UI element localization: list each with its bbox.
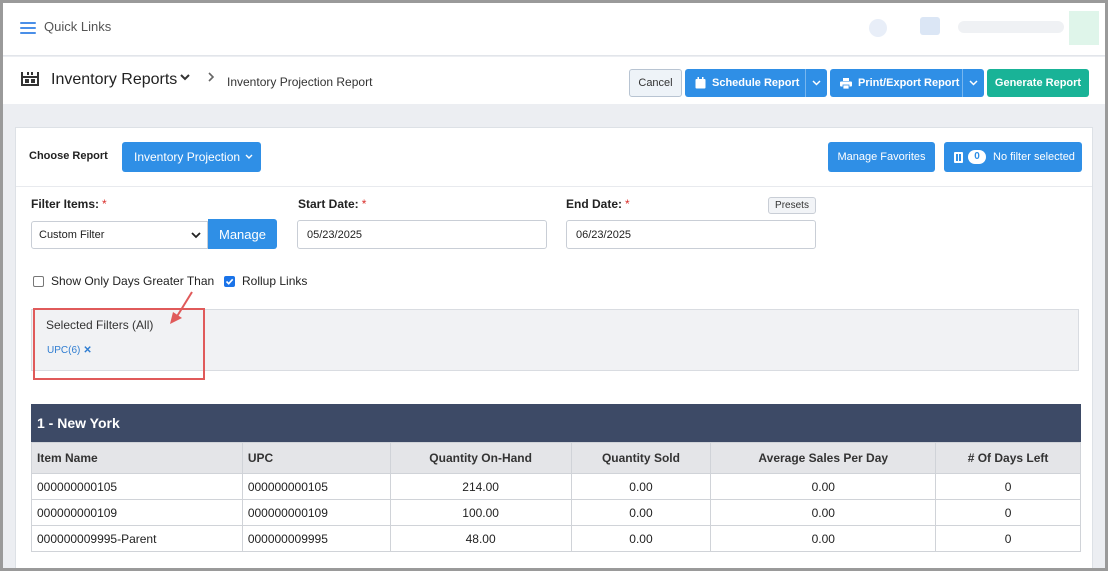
breadcrumb-current: Inventory Projection Report <box>227 75 373 89</box>
print-export-button[interactable]: Print/Export Report <box>830 69 984 97</box>
filter-items-select[interactable]: Custom Filter <box>31 221 208 249</box>
end-date-text: End Date: <box>566 197 623 211</box>
data-table: Item Name UPC Quantity On-Hand Quantity … <box>31 442 1081 552</box>
top-bar: Quick Links <box>3 3 1105 56</box>
cell-qty-sold: 0.00 <box>570 499 712 526</box>
report-table: 1 - New York Item Name UPC Quantity On-H… <box>31 404 1081 552</box>
col-quantity-sold[interactable]: Quantity Sold <box>570 442 712 474</box>
check-icon <box>225 278 234 285</box>
chevron-down-icon[interactable] <box>179 71 191 86</box>
chat-icon[interactable] <box>920 17 940 35</box>
print-export-label: Print/Export Report <box>858 77 960 89</box>
chevron-right-icon <box>206 70 216 88</box>
cell-upc: 000000009995 <box>241 525 391 552</box>
quick-links-link[interactable]: Quick Links <box>44 19 111 34</box>
cell-qty-on-hand: 100.00 <box>389 499 572 526</box>
cell-avg-sales: 0.00 <box>710 499 937 526</box>
choose-report-label: Choose Report <box>29 150 108 162</box>
start-date-text: Start Date: <box>298 197 359 211</box>
cell-qty-on-hand: 48.00 <box>389 525 572 552</box>
presets-button[interactable]: Presets <box>768 197 816 214</box>
cell-upc: 000000000109 <box>241 499 391 526</box>
generate-report-button[interactable]: Generate Report <box>987 69 1089 97</box>
rollup-links-checkbox[interactable] <box>224 276 235 287</box>
filter-icon <box>954 151 963 163</box>
table-row: 000000000109 000000000109 100.00 0.00 0.… <box>31 499 1081 526</box>
cell-item-name: 000000000109 <box>31 499 243 526</box>
notification-icon[interactable] <box>869 19 887 37</box>
cell-qty-sold: 0.00 <box>570 473 712 500</box>
required-mark: * <box>361 197 367 211</box>
menu-icon[interactable] <box>20 22 36 34</box>
show-only-days-checkbox[interactable] <box>33 276 44 287</box>
manage-button[interactable]: Manage <box>208 219 277 249</box>
report-type-label: Inventory Projection <box>134 150 241 164</box>
warehouse-icon <box>21 72 39 86</box>
cell-days-left: 0 <box>935 525 1081 552</box>
schedule-dropdown-toggle[interactable] <box>805 69 827 97</box>
cancel-button[interactable]: Cancel <box>629 69 682 97</box>
table-row: 000000009995-Parent 000000009995 48.00 0… <box>31 525 1081 552</box>
required-mark: * <box>102 197 107 211</box>
print-dropdown-toggle[interactable] <box>962 69 984 97</box>
start-date-input[interactable]: 05/23/2025 <box>297 220 547 249</box>
no-filter-label: No filter selected <box>993 151 1075 163</box>
end-date-input[interactable]: 06/23/2025 <box>566 220 816 249</box>
report-type-dropdown[interactable]: Inventory Projection <box>122 142 261 172</box>
cell-item-name: 000000000105 <box>31 473 243 500</box>
page-header: Inventory Reports Inventory Projection R… <box>3 57 1105 104</box>
cell-qty-sold: 0.00 <box>570 525 712 552</box>
group-header: 1 - New York <box>31 404 1081 442</box>
end-date-label: End Date: * <box>566 197 630 211</box>
report-card: Choose Report Inventory Projection Manag… <box>15 127 1093 568</box>
cell-upc: 000000000105 <box>241 473 391 500</box>
col-upc[interactable]: UPC <box>241 442 391 474</box>
filter-select-value: Custom Filter <box>39 229 105 241</box>
calendar-icon <box>695 77 706 89</box>
start-date-label: Start Date: * <box>298 197 366 211</box>
cell-qty-on-hand: 214.00 <box>389 473 572 500</box>
col-quantity-on-hand[interactable]: Quantity On-Hand <box>389 442 572 474</box>
cell-days-left: 0 <box>935 473 1081 500</box>
avatar[interactable] <box>1069 11 1099 45</box>
user-name[interactable] <box>958 21 1064 33</box>
filter-items-label: Filter Items: * <box>31 197 107 211</box>
cell-item-name: 000000009995-Parent <box>31 525 243 552</box>
show-only-days-label: Show Only Days Greater Than <box>51 274 215 288</box>
page-title[interactable]: Inventory Reports <box>51 71 177 89</box>
col-average-sales[interactable]: Average Sales Per Day <box>710 442 937 474</box>
chevron-down-icon <box>245 154 253 159</box>
chevron-down-icon <box>191 232 201 239</box>
schedule-report-label: Schedule Report <box>712 77 800 89</box>
app-window: Quick Links Inventory Reports Inventory … <box>0 0 1108 571</box>
filter-items-text: Filter Items: <box>31 197 100 211</box>
annotation-arrow <box>170 291 193 324</box>
cell-days-left: 0 <box>935 499 1081 526</box>
schedule-report-button[interactable]: Schedule Report <box>685 69 827 97</box>
printer-icon <box>840 77 852 89</box>
header-row: Item Name UPC Quantity On-Hand Quantity … <box>31 442 1081 474</box>
col-days-left[interactable]: # Of Days Left <box>935 442 1081 474</box>
table-row: 000000000105 000000000105 214.00 0.00 0.… <box>31 473 1081 500</box>
rollup-links-label: Rollup Links <box>242 274 308 288</box>
cell-avg-sales: 0.00 <box>710 525 937 552</box>
filter-count-badge: 0 <box>968 150 986 164</box>
filter-status-button[interactable]: 0 No filter selected <box>944 142 1082 172</box>
cell-avg-sales: 0.00 <box>710 473 937 500</box>
required-mark: * <box>625 197 630 211</box>
col-item-name[interactable]: Item Name <box>31 442 243 474</box>
manage-favorites-button[interactable]: Manage Favorites <box>828 142 935 172</box>
divider <box>16 186 1092 187</box>
